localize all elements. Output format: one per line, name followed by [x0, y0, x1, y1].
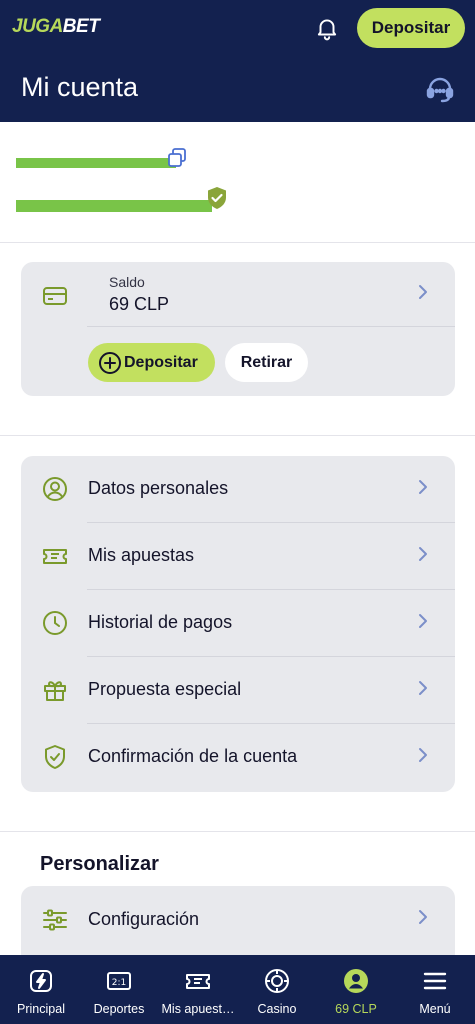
nav-item-deportes[interactable]: 2:1 Deportes — [79, 955, 159, 1024]
menu-item-label: Datos personales — [88, 478, 229, 498]
user-icon — [344, 969, 368, 993]
nav-label: Menú — [419, 1002, 451, 1016]
logo-bet: BET — [62, 16, 100, 37]
nav-item-menu[interactable]: Menú — [395, 955, 475, 1024]
chevron-right-icon — [419, 681, 427, 695]
menu-item-label: Historial de pagos — [88, 612, 233, 632]
menu-item-payment-history[interactable]: Historial de pagos — [21, 590, 455, 657]
nav-label: Mis apuest… — [161, 1002, 235, 1016]
divider — [0, 435, 475, 436]
personalize-heading: Personalizar — [40, 853, 159, 875]
menu-item-label: Propuesta especial — [88, 679, 242, 699]
sliders-icon — [43, 909, 67, 931]
chevron-right-icon — [419, 547, 427, 561]
verified-shield-icon — [208, 187, 226, 209]
menu-item-label: Mis apuestas — [88, 545, 195, 565]
menu-item-label: Configuración — [88, 909, 200, 929]
chevron-right-icon — [419, 614, 427, 628]
title-bar: Mi cuenta — [0, 56, 475, 122]
divider — [0, 831, 475, 832]
balance-label: Saldo — [109, 274, 145, 290]
menu-item-my-bets[interactable]: Mis apuestas — [21, 523, 455, 590]
withdraw-button[interactable]: Retirar — [225, 343, 308, 382]
balance-deposit-label: Depositar — [124, 353, 198, 371]
scoreboard-icon: 2:1 — [107, 972, 131, 990]
header-deposit-button[interactable]: Depositar — [357, 8, 465, 48]
card-divider — [87, 326, 455, 327]
svg-text:2:1: 2:1 — [112, 978, 126, 988]
ticket-icon — [43, 549, 67, 564]
nav-item-account[interactable]: 69 CLP — [316, 955, 396, 1024]
menu-item-account-confirmation[interactable]: Confirmación de la cuenta — [21, 724, 455, 791]
jugabet-logo[interactable]: JUGA BET — [12, 16, 100, 38]
bottom-nav: Principal 2:1 Deportes Mis apuest… Casin… — [0, 955, 475, 1024]
chip-icon — [265, 969, 289, 993]
chevron-right-icon — [419, 748, 427, 762]
lightning-icon — [30, 970, 52, 992]
withdraw-label: Retirar — [240, 353, 293, 371]
logo-juga: JUGA — [12, 16, 63, 37]
balance-value: 69 CLP — [109, 294, 170, 314]
top-bar: JUGA BET Depositar — [0, 0, 475, 56]
chevron-right-icon — [419, 910, 427, 924]
menu-item-label: Confirmación de la cuenta — [88, 746, 298, 766]
hamburger-icon — [423, 972, 447, 990]
nav-item-mis-apuestas[interactable]: Mis apuest… — [158, 955, 238, 1024]
ticket-icon — [186, 974, 210, 989]
chevron-right-icon — [419, 480, 427, 494]
plus-circle-icon — [99, 351, 121, 374]
menu-item-special-offer[interactable]: Propuesta especial — [21, 657, 455, 724]
balance-deposit-button[interactable]: Depositar — [88, 343, 215, 382]
account-menu-card: Datos personales Mis apuestas Historial … — [21, 456, 455, 792]
page-title: Mi cuenta — [21, 72, 139, 102]
copy-icon[interactable] — [166, 147, 188, 169]
chevron-right-icon — [419, 285, 427, 299]
profile-section — [0, 122, 475, 242]
nav-label: Principal — [17, 1002, 65, 1016]
divider — [0, 242, 475, 243]
clock-icon — [43, 611, 67, 635]
bell-icon[interactable] — [314, 15, 340, 41]
credit-card-icon — [43, 287, 67, 305]
nav-item-casino[interactable]: Casino — [237, 955, 317, 1024]
shield-check-icon — [45, 745, 65, 769]
nav-label: 69 CLP — [335, 1002, 377, 1016]
redacted-username — [16, 200, 212, 212]
nav-item-principal[interactable]: Principal — [1, 955, 81, 1024]
nav-label: Deportes — [93, 1002, 145, 1016]
gift-icon — [44, 681, 66, 701]
menu-item-personal-data[interactable]: Datos personales — [21, 456, 455, 523]
menu-item-settings[interactable]: Configuración — [21, 886, 455, 953]
balance-card[interactable]: Saldo 69 CLP Depositar Retirar — [21, 262, 455, 396]
user-circle-icon — [43, 477, 67, 501]
nav-label: Casino — [257, 1002, 297, 1016]
redacted-user-id — [16, 158, 176, 168]
personalize-card: Configuración — [21, 886, 455, 966]
headset-support-icon[interactable] — [424, 74, 456, 106]
